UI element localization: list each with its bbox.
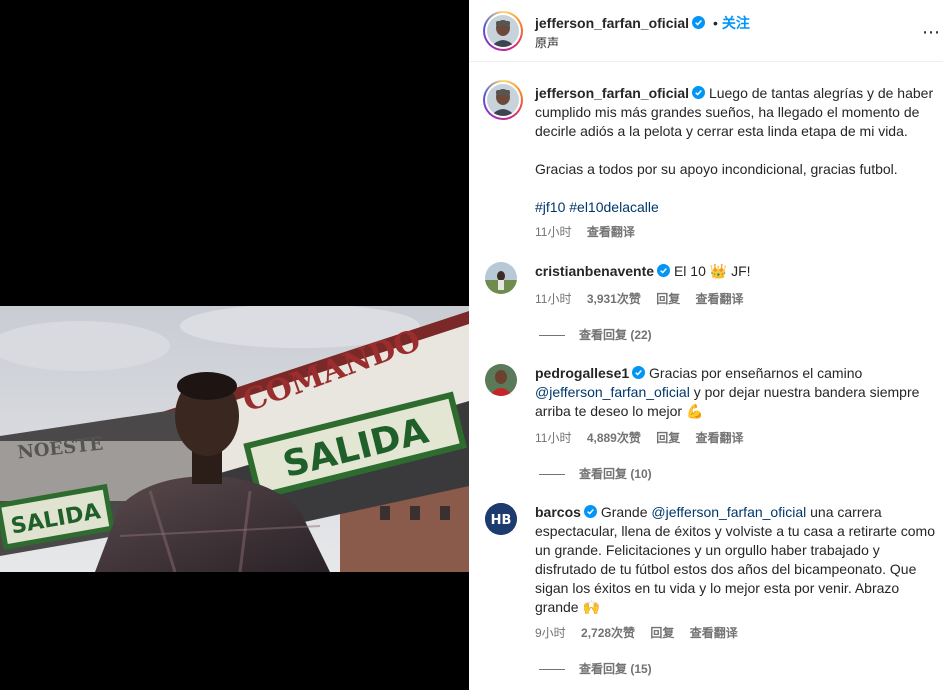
caption-text: jefferson_farfan_oficial Luego de tantas…	[535, 84, 935, 141]
comment-text: barcos Grande @jefferson_farfan_oficial …	[535, 503, 935, 618]
comment-time[interactable]: 11小时	[535, 431, 571, 445]
more-options-icon[interactable]: ⋯	[922, 22, 941, 43]
hashtag-link[interactable]: #jf10	[535, 199, 565, 215]
comment-likes[interactable]: 3,931次赞	[587, 292, 641, 306]
post-sidebar: jefferson_farfan_oficial • 关注 原声 ⋯ jeffer…	[469, 0, 943, 690]
see-translation-button[interactable]: 查看翻译	[696, 431, 744, 445]
caption-time[interactable]: 11小时	[535, 225, 571, 239]
comment-meta: 11小时 3,931次赞 回复 查看翻译	[535, 290, 756, 307]
comment: pedrogallese1 Gracias por enseñarnos el …	[469, 364, 943, 484]
see-translation-button[interactable]: 查看翻译	[696, 292, 744, 306]
follow-button[interactable]: 关注	[722, 15, 750, 31]
comment-meta: 9小时 2,728次赞 回复 查看翻译	[535, 624, 750, 641]
comment-time[interactable]: 9小时	[535, 626, 566, 640]
verified-badge-icon	[657, 264, 671, 277]
author-line: jefferson_farfan_oficial • 关注	[535, 13, 750, 33]
view-replies-label: 查看回复 (10)	[579, 467, 652, 481]
post-header: jefferson_farfan_oficial • 关注 原声 ⋯	[469, 0, 943, 62]
commenter-avatar[interactable]	[485, 364, 517, 396]
hashtag-link[interactable]: #el10delacalle	[569, 199, 659, 215]
media-pane: SALIDA SALIDA COMANDO NOESTE	[0, 0, 469, 690]
comment-text: pedrogallese1 Gracias por enseñarnos el …	[535, 364, 935, 422]
caption-username[interactable]: jefferson_farfan_oficial	[535, 85, 689, 101]
see-translation-button[interactable]: 查看翻译	[690, 626, 738, 640]
photo-illustration: SALIDA SALIDA COMANDO NOESTE	[0, 306, 469, 572]
flexed-biceps-icon: 💪	[685, 404, 704, 420]
mention-link[interactable]: @jefferson_farfan_oficial	[651, 504, 806, 520]
caption: jefferson_farfan_oficial Luego de tantas…	[469, 80, 943, 250]
crown-icon: 👑	[709, 264, 728, 280]
verified-badge-icon	[692, 86, 706, 99]
comment: HB barcos Grande @jefferson_farfan_ofici…	[469, 503, 943, 683]
raising-hands-icon: 🙌	[582, 600, 600, 616]
comment-username[interactable]: pedrogallese1	[535, 365, 629, 381]
replies-divider	[539, 474, 565, 476]
caption-meta: 11小时 查看翻译	[535, 223, 647, 240]
author-avatar[interactable]	[483, 11, 523, 51]
comment-likes[interactable]: 2,728次赞	[581, 626, 635, 640]
replies-divider	[539, 669, 565, 671]
verified-badge-icon	[583, 505, 597, 518]
reply-button[interactable]: 回复	[656, 292, 680, 306]
reply-button[interactable]: 回复	[656, 431, 680, 445]
see-translation-button[interactable]: 查看翻译	[587, 225, 635, 239]
comment-body-end: JF!	[731, 263, 751, 279]
replies-divider	[539, 335, 565, 337]
author-username[interactable]: jefferson_farfan_oficial	[535, 15, 689, 31]
caption-hashtags: #jf10 #el10delacalle	[535, 198, 935, 217]
mention-link[interactable]: @jefferson_farfan_oficial	[535, 384, 690, 400]
comment-likes[interactable]: 4,889次赞	[587, 431, 641, 445]
comment-username[interactable]: cristianbenavente	[535, 263, 654, 279]
view-replies-button[interactable]: 查看回复 (10)	[539, 465, 652, 482]
view-replies-label: 查看回复 (15)	[579, 662, 652, 676]
comment-text: cristianbenavente El 10 👑 JF!	[535, 262, 935, 282]
comment-time[interactable]: 11小时	[535, 292, 571, 306]
commenter-avatar[interactable]	[485, 262, 517, 294]
post-photo[interactable]: SALIDA SALIDA COMANDO NOESTE	[0, 306, 469, 572]
separator-dot: •	[712, 15, 718, 31]
svg-text:HB: HB	[491, 513, 512, 528]
view-replies-label: 查看回复 (22)	[579, 328, 652, 342]
caption-avatar[interactable]	[483, 80, 523, 120]
comment-body-end: una carrera espectacular, llena de éxito…	[535, 504, 935, 615]
verified-badge-icon	[692, 16, 706, 29]
comment-body: El 10	[673, 263, 706, 279]
audio-label[interactable]: 原声	[535, 34, 559, 51]
view-replies-button[interactable]: 查看回复 (22)	[539, 326, 652, 343]
comment: cristianbenavente El 10 👑 JF! 11小时 3,931…	[469, 262, 943, 347]
comment-body: Gracias por enseñarnos el camino	[649, 365, 863, 381]
reply-button[interactable]: 回复	[650, 626, 674, 640]
view-replies-button[interactable]: 查看回复 (15)	[539, 660, 652, 677]
comment-username[interactable]: barcos	[535, 504, 581, 520]
commenter-avatar[interactable]: HB	[485, 503, 517, 535]
verified-badge-icon	[632, 366, 646, 379]
comment-body: Grande	[600, 504, 648, 520]
caption-thanks: Gracias a todos por su apoyo incondicion…	[535, 161, 898, 177]
comment-meta: 11小时 4,889次赞 回复 查看翻译	[535, 429, 756, 446]
